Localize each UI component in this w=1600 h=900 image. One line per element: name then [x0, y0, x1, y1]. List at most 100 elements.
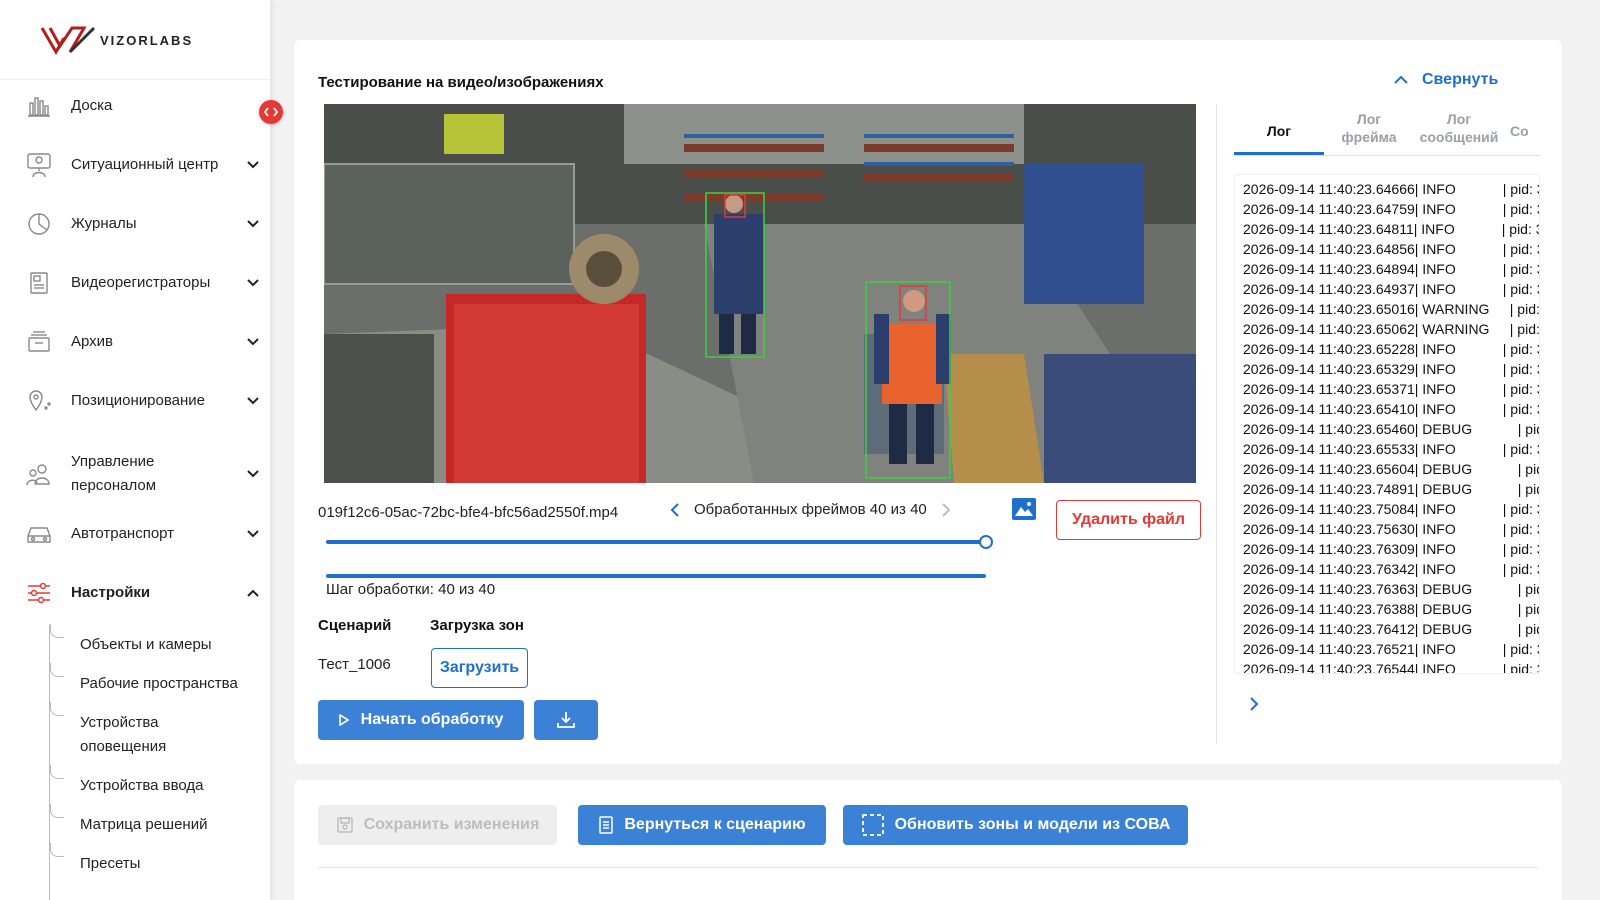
frames-navigator: Обработанных фреймов 40 из 40	[670, 501, 951, 518]
log-level: | INFO	[1414, 561, 1456, 577]
log-timestamp: 2026-09-14 11:40:23.76412	[1243, 621, 1415, 637]
log-pid: | pid: 3	[1509, 301, 1540, 317]
log-level: | INFO	[1414, 261, 1456, 277]
log-timestamp: 2026-09-14 11:40:23.65228	[1243, 341, 1415, 357]
log-line: 2026-09-14 11:40:23.76388 | DEBUG | pid: …	[1235, 599, 1539, 619]
log-level: | INFO	[1414, 661, 1456, 674]
chevron-down-icon	[246, 276, 260, 290]
back-to-scenario-button[interactable]: Вернуться к сценарию	[578, 805, 826, 845]
video-frame-image	[324, 104, 1196, 483]
log-timestamp: 2026-09-14 11:40:23.64856	[1243, 241, 1415, 257]
log-line: 2026-09-14 11:40:23.64759 | INFO | pid: 3…	[1235, 199, 1539, 219]
log-line: 2026-09-14 11:40:23.65533 | INFO | pid: 3…	[1235, 439, 1539, 459]
submenu-item-presets[interactable]: Пресеты	[80, 852, 140, 876]
selection-frame-icon	[861, 814, 884, 836]
log-timestamp: 2026-09-14 11:40:23.64759	[1243, 201, 1415, 217]
chevron-down-icon	[246, 394, 260, 408]
log-timestamp: 2026-09-14 11:40:23.64666	[1243, 181, 1415, 197]
log-level: | DEBUG	[1414, 461, 1473, 477]
log-line: 2026-09-14 11:40:23.65371 | INFO | pid: 3…	[1235, 379, 1539, 399]
log-pid: | pid: 30	[1517, 581, 1539, 597]
log-level: | WARNING	[1414, 301, 1490, 317]
log-timestamp: 2026-09-14 11:40:23.65062	[1243, 321, 1415, 337]
log-pid: | pid: 307	[1502, 241, 1539, 257]
sidebar-item-label: Ситуационный центр	[71, 156, 219, 173]
sidebar-item-situation-center[interactable]: Ситуационный центр	[0, 150, 270, 180]
update-zones-button[interactable]: Обновить зоны и модели из СОВА	[843, 805, 1188, 845]
sidebar-item-video-recorders[interactable]: Видеорегистраторы	[0, 268, 270, 298]
sidebar-item-vehicles[interactable]: Автотранспорт	[0, 519, 270, 549]
log-line: 2026-09-14 11:40:23.64894 | INFO | pid: 3…	[1235, 259, 1539, 279]
log-line: 2026-09-14 11:40:23.75630 | INFO | pid: 3…	[1235, 519, 1539, 539]
delete-file-button[interactable]: Удалить файл	[1056, 500, 1201, 540]
zones-header: Загрузка зон	[430, 617, 524, 634]
log-level: | INFO	[1414, 441, 1456, 457]
sidebar-item-label: Управление персоналом	[71, 453, 157, 494]
people-icon	[24, 460, 54, 490]
submenu-item-workspaces[interactable]: Рабочие пространства	[80, 672, 238, 696]
log-output[interactable]: 2026-09-14 11:40:23.64666 | INFO | pid: 3…	[1234, 174, 1540, 674]
submenu-item-objects-cameras[interactable]: Объекты и камеры	[80, 633, 212, 657]
download-button[interactable]	[534, 700, 598, 740]
tab-frame-log[interactable]: Лог фрейма	[1334, 110, 1404, 146]
log-tabs: Лог Лог фрейма Лог сообщений Со	[1234, 106, 1540, 156]
log-level: | DEBUG	[1414, 421, 1473, 437]
tab-log[interactable]: Лог	[1234, 122, 1324, 140]
submenu-branch	[50, 843, 64, 857]
log-level: | INFO	[1414, 281, 1456, 297]
log-line: 2026-09-14 11:40:23.76412 | DEBUG | pid: …	[1235, 619, 1539, 639]
log-pid: | pid: 30	[1517, 461, 1539, 477]
log-timestamp: 2026-09-14 11:40:23.65604	[1243, 461, 1415, 477]
sidebar-item-journals[interactable]: Журналы	[0, 209, 270, 239]
collapse-button[interactable]: Свернуть	[1394, 71, 1498, 89]
pie-chart-icon	[24, 209, 54, 239]
log-pid: | pid: 3	[1509, 321, 1540, 337]
submenu-item-alert-devices[interactable]: Устройства оповещения	[80, 711, 220, 759]
log-level: | WARNING	[1414, 321, 1490, 337]
log-line: 2026-09-14 11:40:23.65329 | INFO | pid: 3…	[1235, 359, 1539, 379]
tab-messages-log[interactable]: Лог сообщений	[1414, 110, 1504, 146]
log-level: | INFO	[1414, 501, 1456, 517]
log-pid: | pid: 307	[1502, 541, 1539, 557]
log-line: 2026-09-14 11:40:23.65460 | DEBUG | pid: …	[1235, 419, 1539, 439]
chevron-right-icon[interactable]	[941, 502, 951, 517]
chevron-right-icon[interactable]	[1246, 696, 1262, 712]
sidebar-item-board[interactable]: Доска	[0, 91, 270, 121]
log-pid: | pid: 307	[1502, 361, 1539, 377]
log-pid: | pid: 307	[1502, 261, 1539, 277]
chevron-up-icon	[1394, 75, 1408, 84]
log-pid: | pid: 307	[1502, 381, 1539, 397]
log-line: 2026-09-14 11:40:23.76342 | INFO | pid: 3…	[1235, 559, 1539, 579]
log-pid: | pid: 307	[1502, 661, 1539, 674]
save-changes-button[interactable]: Сохранить изменения	[318, 805, 557, 845]
submenu-item-decision-matrix[interactable]: Матрица решений	[80, 813, 207, 837]
frame-slider-thumb[interactable]	[979, 535, 993, 549]
tab-other[interactable]: Со	[1510, 122, 1540, 140]
log-line: 2026-09-14 11:40:23.65016 | WARNING | pid…	[1235, 299, 1539, 319]
log-timestamp: 2026-09-14 11:40:23.65371	[1243, 381, 1415, 397]
chevron-left-icon[interactable]	[670, 502, 680, 517]
log-line: 2026-09-14 11:40:23.64856 | INFO | pid: 3…	[1235, 239, 1539, 259]
submenu-item-input-devices[interactable]: Устройства ввода	[80, 774, 204, 798]
sidebar-item-label: Позиционирование	[71, 392, 206, 409]
frame-slider-track[interactable]	[326, 540, 986, 544]
sidebar-item-settings[interactable]: Настройки	[0, 578, 270, 608]
sidebar-item-positioning[interactable]: Позиционирование	[0, 386, 270, 416]
collapse-label: Свернуть	[1422, 71, 1499, 88]
log-level: | INFO	[1413, 221, 1455, 237]
active-tab-indicator	[1234, 152, 1324, 155]
log-timestamp: 2026-09-14 11:40:23.76521	[1243, 641, 1415, 657]
scenario-header: Сценарий	[318, 617, 392, 634]
submenu-branch	[50, 804, 64, 818]
video-preview[interactable]	[324, 104, 1196, 483]
start-processing-button[interactable]: Начать обработку	[318, 700, 524, 740]
logo[interactable]: VIZORLABS	[0, 0, 270, 80]
save-changes-label: Сохранить изменения	[363, 816, 540, 833]
log-pid: | pid: 30	[1517, 481, 1539, 497]
update-zones-label: Обновить зоны и модели из СОВА	[894, 816, 1171, 833]
sliders-icon	[24, 578, 54, 608]
load-zones-button[interactable]: Загрузить	[431, 648, 528, 688]
sidebar-item-archive[interactable]: Архив	[0, 327, 270, 357]
image-icon[interactable]	[1011, 496, 1039, 524]
sidebar-item-personnel[interactable]: Управление персоналом	[0, 450, 270, 500]
